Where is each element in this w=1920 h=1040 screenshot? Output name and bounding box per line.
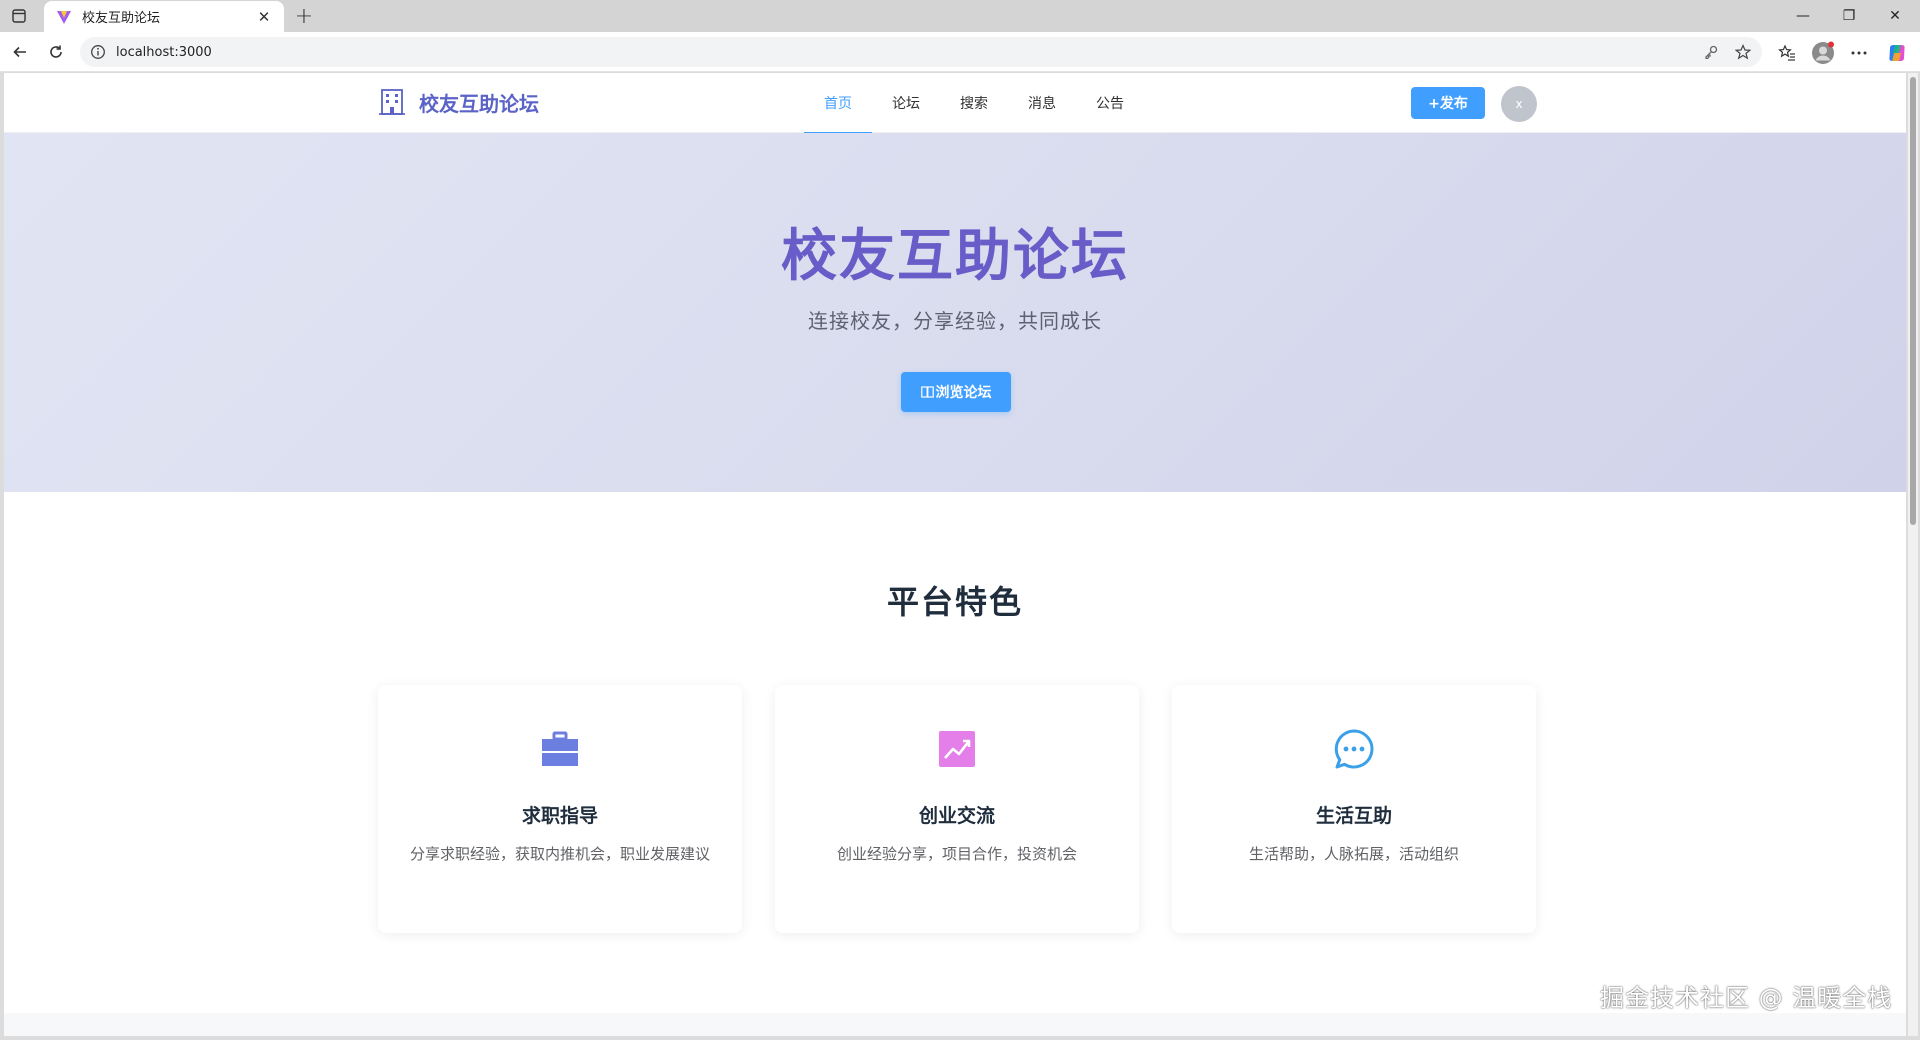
site-logo[interactable]: 校友互助论坛 [377, 87, 539, 117]
page-scrollbar[interactable] [1908, 73, 1918, 1036]
nav-item-home[interactable]: 首页 [804, 73, 872, 134]
hero-banner: 校友互助论坛 连接校友，分享经验，共同成长 浏览论坛 [4, 133, 1906, 492]
footer-strip [4, 1013, 1906, 1036]
tab-close-icon[interactable]: ✕ [254, 7, 274, 27]
feature-card-job[interactable]: 求职指导 分享求职经验，获取内推机会，职业发展建议 [378, 685, 742, 933]
site-header: 校友互助论坛 首页 论坛 搜索 消息 公告 +发布 x [4, 73, 1906, 134]
browse-forum-label: 浏览论坛 [935, 385, 992, 401]
feature-name: 求职指导 [521, 805, 598, 827]
logo-text: 校友互助论坛 [419, 91, 539, 116]
profile-icon[interactable] [1810, 40, 1836, 66]
tab-title: 校友互助论坛 [82, 11, 161, 26]
vite-favicon-icon [57, 10, 71, 24]
site-info-icon[interactable] [90, 44, 106, 60]
publish-button[interactable]: +发布 [1411, 87, 1485, 119]
hero-subtitle: 连接校友，分享经验，共同成长 [808, 309, 1102, 333]
url-text[interactable]: localhost:3000 [116, 45, 1698, 60]
watermark-text: 掘金技术社区 @ 温暖全栈 [1600, 984, 1893, 1012]
back-icon[interactable] [9, 41, 31, 63]
chat-bubble-icon [1332, 727, 1376, 771]
feature-desc: 分享求职经验，获取内推机会，职业发展建议 [409, 845, 710, 863]
features-title: 平台特色 [886, 583, 1023, 621]
address-bar[interactable]: localhost:3000 [80, 37, 1762, 67]
minimize-button[interactable]: — [1780, 0, 1826, 32]
feature-card-startup[interactable]: 创业交流 创业经验分享，项目合作，投资机会 [775, 685, 1139, 933]
trend-chart-icon [935, 727, 979, 771]
favorite-star-icon[interactable] [1730, 39, 1756, 65]
hero-title: 校友互助论坛 [781, 224, 1129, 289]
reload-icon[interactable] [45, 41, 67, 63]
briefcase-icon [538, 727, 582, 771]
new-tab-button[interactable]: + [292, 4, 316, 29]
feature-desc: 生活帮助，人脉拓展，活动组织 [1248, 845, 1459, 863]
browser-toolbar: localhost:3000 [0, 32, 1920, 72]
browser-tab[interactable]: 校友互助论坛 ✕ [44, 1, 284, 32]
main-nav: 首页 论坛 搜索 消息 公告 [804, 73, 1144, 134]
window-close-button[interactable]: ✕ [1872, 0, 1918, 32]
more-menu-icon[interactable] [1846, 40, 1872, 66]
nav-item-forum[interactable]: 论坛 [872, 73, 940, 133]
user-avatar[interactable]: x [1501, 86, 1537, 122]
tab-actions-icon[interactable] [10, 7, 28, 25]
favorites-icon[interactable] [1774, 40, 1800, 66]
feature-name: 生活互助 [1315, 805, 1392, 827]
building-icon [379, 89, 405, 115]
browse-forum-button[interactable]: 浏览论坛 [901, 372, 1011, 412]
restore-button[interactable]: ❐ [1826, 0, 1872, 32]
browser-tab-bar: 校友互助论坛 ✕ + — ❐ ✕ [0, 0, 1920, 32]
feature-name: 创业交流 [918, 805, 995, 827]
nav-item-search[interactable]: 搜索 [940, 73, 1008, 133]
feature-desc: 创业经验分享，项目合作，投资机会 [836, 845, 1077, 863]
page-viewport: 校友互助论坛 首页 论坛 搜索 消息 公告 +发布 x 校友互助论坛 连接校友，… [4, 73, 1906, 1036]
book-icon [920, 386, 934, 398]
scrollbar-thumb[interactable] [1910, 77, 1916, 525]
nav-item-announcements[interactable]: 公告 [1076, 73, 1144, 133]
copilot-icon[interactable] [1884, 40, 1910, 66]
key-icon[interactable] [1698, 39, 1724, 65]
nav-item-messages[interactable]: 消息 [1008, 73, 1076, 133]
feature-card-life[interactable]: 生活互助 生活帮助，人脉拓展，活动组织 [1172, 685, 1536, 933]
